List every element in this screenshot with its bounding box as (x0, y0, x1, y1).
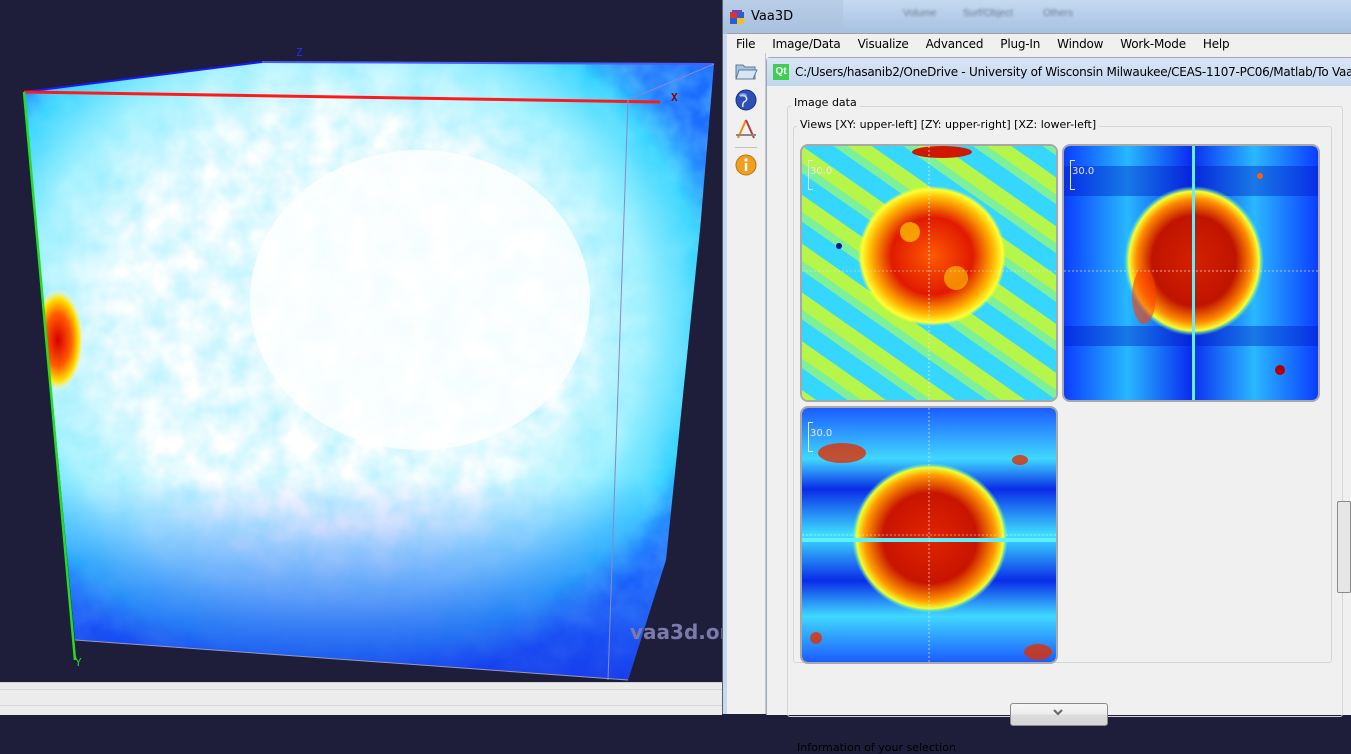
toolbar-separator (735, 147, 757, 148)
zy-view[interactable]: 30.0 (1062, 144, 1320, 402)
image-window-title-bar[interactable]: Qt C:/Users/hasanib2/OneDrive - Universi… (767, 58, 1351, 86)
background-window: Volume Surf/Object Others (843, 0, 1351, 30)
menu-plug-in[interactable]: Plug-In (991, 37, 1048, 51)
menu-image-data[interactable]: Image/Data (763, 37, 848, 51)
menu-help[interactable]: Help (1194, 37, 1238, 51)
vaa3d-main-window: Volume Surf/Object Others Vaa3D File Ima… (722, 0, 1351, 754)
image-window-body: Image data Views [XY: upper-left] [ZY: u… (767, 86, 1351, 754)
xy-slice-image[interactable] (802, 146, 1056, 400)
xy-view[interactable]: 30.0 (800, 144, 1058, 402)
volume-render[interactable] (0, 0, 722, 682)
axis-z-label: Z (296, 46, 303, 59)
menu-bar: File Image/Data Visualize Advanced Plug-… (727, 33, 1351, 54)
expand-more-button[interactable] (1010, 703, 1108, 726)
main-client-area: Qt C:/Users/hasanib2/OneDrive - Universi… (727, 53, 1351, 754)
background-tab: Surf/Object (963, 8, 1014, 19)
axis-x-label: X (671, 91, 678, 104)
image-data-group-label: Image data (791, 96, 860, 109)
background-tab: Volume (903, 8, 937, 19)
menu-work-mode[interactable]: Work-Mode (1111, 37, 1194, 51)
watermark-text: vaa3d.or (630, 620, 722, 644)
mdi-area: Qt C:/Users/hasanib2/OneDrive - Universi… (766, 57, 1351, 754)
views-group-label: Views [XY: upper-left] [ZY: upper-right]… (797, 118, 1100, 131)
qt-icon: Qt (773, 64, 789, 80)
open-folder-icon[interactable] (734, 59, 758, 83)
image-file-path: C:/Users/hasanib2/OneDrive - University … (795, 65, 1351, 79)
side-toolbar (727, 53, 766, 714)
menu-window[interactable]: Window (1048, 37, 1111, 51)
globe-icon[interactable] (734, 88, 758, 112)
viewer-status-bar (0, 682, 722, 715)
vaa3d-app-icon (730, 10, 744, 24)
axis-y-label: Y (75, 656, 82, 669)
xz-scale-label: 30.0 (810, 428, 833, 439)
info-icon[interactable] (734, 153, 758, 177)
volume-3d-viewer[interactable]: X Y Z vaa3d.or (0, 0, 722, 682)
xz-slice-image[interactable] (802, 408, 1056, 662)
compass-tool-icon[interactable] (734, 118, 758, 142)
selection-info-label: Information of your selection (797, 741, 956, 754)
menu-advanced[interactable]: Advanced (917, 37, 992, 51)
xz-view[interactable]: 30.0 (800, 406, 1058, 664)
window-title: Vaa3D (751, 9, 794, 24)
zy-scale-label: 30.0 (1072, 166, 1095, 177)
zy-slice-image[interactable] (1064, 146, 1318, 400)
side-scroll-handle[interactable] (1337, 501, 1351, 593)
menu-visualize[interactable]: Visualize (849, 37, 917, 51)
title-bar[interactable]: Volume Surf/Object Others Vaa3D (723, 0, 1351, 34)
hot-region (32, 288, 84, 392)
chevron-down-icon (1053, 709, 1063, 716)
menu-file[interactable]: File (727, 37, 763, 51)
xy-scale-label: 30.0 (810, 166, 833, 177)
background-tab: Others (1043, 8, 1074, 19)
